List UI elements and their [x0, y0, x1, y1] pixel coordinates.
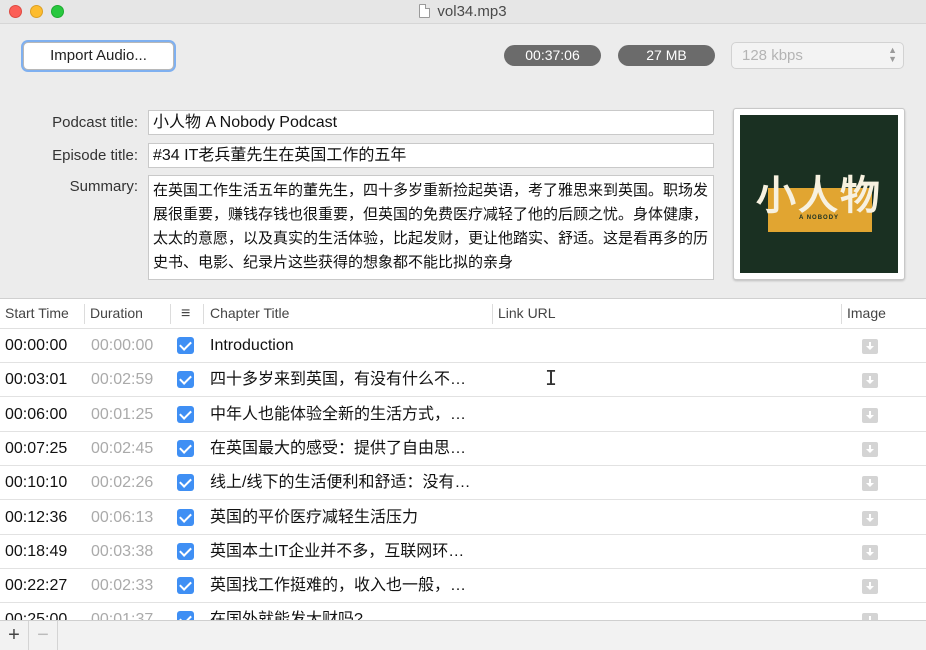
duration-cell: 00:00:00 — [91, 337, 154, 354]
header-toggle-all[interactable]: ≡ — [176, 299, 204, 329]
bitrate-value: 128 kbps — [742, 47, 803, 64]
start-time-cell[interactable]: 00:07:25 — [5, 432, 85, 466]
duration-cell: 00:03:38 — [91, 542, 154, 560]
add-chapter-button[interactable]: + — [0, 621, 29, 650]
duration-cell: 00:01:25 — [91, 405, 154, 423]
table-row[interactable]: 00:12:36 00:06:13 英国的平价医疗减轻生活压力 — [0, 501, 926, 535]
chapter-enabled-checkbox[interactable] — [177, 611, 194, 620]
text-cursor-icon: I — [545, 366, 558, 390]
table-row[interactable]: 00:03:01 00:02:59 四十多岁来到英国，有没有什么不… — [0, 363, 926, 398]
table-row[interactable]: 00:06:00 00:01:25 中年人也能体验全新的生活方式，… — [0, 398, 926, 432]
duration-cell: 00:02:45 — [91, 439, 154, 457]
table-row[interactable]: 00:25:00 00:01:37 在国外就能发大财吗? — [0, 603, 926, 620]
header-start-time[interactable]: Start Time — [0, 299, 84, 329]
image-import-icon[interactable] — [862, 476, 878, 492]
header-image[interactable]: Image — [842, 299, 922, 329]
image-import-icon[interactable] — [862, 441, 878, 457]
bitrate-select[interactable]: 128 kbps ▲ ▼ — [731, 42, 904, 69]
start-time-cell[interactable]: 00:18:49 — [5, 535, 85, 569]
image-import-icon[interactable] — [862, 510, 878, 526]
chapter-title-cell[interactable]: 中年人也能体验全新的生活方式，… — [210, 398, 485, 432]
artwork-subtitle: A NOBODY — [798, 215, 840, 221]
document-icon — [419, 4, 431, 18]
table-header: Start Time Duration ≡ Chapter Title Link… — [0, 299, 926, 329]
chapter-title-cell[interactable]: 在国外就能发大财吗? — [210, 603, 485, 620]
header-link-url[interactable]: Link URL — [493, 299, 833, 329]
start-time-cell[interactable]: 00:03:01 — [5, 363, 85, 397]
image-import-icon[interactable] — [862, 339, 878, 354]
chapter-title-cell[interactable]: 英国的平价医疗减轻生活压力 — [210, 501, 485, 535]
chapter-title-cell[interactable]: 英国找工作挺难的，收入也一般，… — [210, 569, 485, 603]
import-audio-button[interactable]: Import Audio... — [23, 42, 174, 70]
chapter-enabled-checkbox[interactable] — [177, 577, 194, 595]
chapter-enabled-checkbox[interactable] — [177, 474, 194, 492]
start-time-cell[interactable]: 00:12:36 — [5, 501, 85, 535]
chapter-title-cell[interactable]: Introduction — [210, 329, 485, 363]
table-row[interactable]: 00:18:49 00:03:38 英国本土IT企业并不多，互联网环… — [0, 535, 926, 569]
chapter-enabled-checkbox[interactable] — [177, 405, 194, 423]
artwork-well[interactable]: 小人物 A NOBODY — [733, 108, 905, 280]
start-time-cell[interactable]: 00:06:00 — [5, 398, 85, 432]
podcast-artwork: 小人物 A NOBODY — [740, 115, 898, 273]
summary-field[interactable]: 在英国工作生活五年的董先生，四十多岁重新捡起英语，考了雅思来到英国。职场发展很重… — [148, 175, 714, 280]
podcast-title-label: Podcast title: — [52, 114, 138, 131]
image-import-icon[interactable] — [862, 407, 878, 423]
image-import-icon[interactable] — [862, 544, 878, 560]
header-duration[interactable]: Duration — [85, 299, 170, 329]
table-row[interactable]: 00:10:10 00:02:26 线上/线下的生活便利和舒适：没有… — [0, 466, 926, 501]
podcast-title-field[interactable]: 小人物 A Nobody Podcast — [148, 110, 714, 135]
duration-cell: 00:01:37 — [91, 611, 154, 620]
summary-label: Summary: — [69, 178, 138, 195]
chapter-enabled-checkbox[interactable] — [177, 508, 194, 526]
start-time-cell[interactable]: 00:00:00 — [5, 329, 85, 363]
chapters-table[interactable]: Start Time Duration ≡ Chapter Title Link… — [0, 298, 926, 620]
start-time-cell[interactable]: 00:22:27 — [5, 569, 85, 603]
chapter-enabled-checkbox[interactable] — [177, 439, 194, 457]
title-bar: vol34.mp3 — [0, 0, 926, 24]
up-down-chevron-icon: ▲ ▼ — [888, 45, 897, 64]
table-row[interactable]: 00:07:25 00:02:45 在英国最大的感受：提供了自由思… — [0, 432, 926, 466]
table-row[interactable]: 00:22:27 00:02:33 英国找工作挺难的，收入也一般，… — [0, 569, 926, 604]
episode-title-label: Episode title: — [52, 147, 138, 164]
episode-title-field[interactable]: #34 IT老兵董先生在英国工作的五年 — [148, 143, 714, 168]
duration-cell: 00:02:26 — [91, 474, 154, 492]
chapter-title-cell[interactable]: 线上/线下的生活便利和舒适：没有… — [210, 466, 485, 500]
chapter-enabled-checkbox[interactable] — [177, 371, 194, 389]
file-size-badge: 27 MB — [618, 45, 715, 66]
duration-cell: 00:06:13 — [91, 508, 154, 526]
window-title: vol34.mp3 — [0, 3, 926, 20]
duration-badge: 00:37:06 — [504, 45, 601, 66]
image-import-icon[interactable] — [862, 579, 878, 595]
bottom-bar: + − — [0, 620, 926, 650]
chapter-enabled-checkbox[interactable] — [177, 337, 194, 354]
duration-cell: 00:02:59 — [91, 371, 154, 389]
chapter-title-cell[interactable]: 英国本土IT企业并不多，互联网环… — [210, 535, 485, 569]
table-row[interactable]: 00:00:00 00:00:00 Introduction — [0, 329, 926, 363]
chapter-enabled-checkbox[interactable] — [177, 542, 194, 560]
start-time-cell[interactable]: 00:25:00 — [5, 603, 85, 620]
duration-cell: 00:02:33 — [91, 577, 154, 595]
image-import-icon[interactable] — [862, 613, 878, 620]
chapter-title-cell[interactable]: 在英国最大的感受：提供了自由思… — [210, 432, 485, 466]
column-divider[interactable] — [203, 304, 204, 324]
remove-chapter-button[interactable]: − — [29, 621, 58, 650]
column-divider[interactable] — [170, 304, 171, 324]
header-chapter-title[interactable]: Chapter Title — [205, 299, 490, 329]
start-time-cell[interactable]: 00:10:10 — [5, 466, 85, 500]
chapter-title-cell[interactable]: 四十多岁来到英国，有没有什么不… — [210, 363, 485, 397]
image-import-icon[interactable] — [862, 373, 878, 389]
artwork-title: 小人物 — [756, 173, 882, 219]
window-title-text: vol34.mp3 — [437, 3, 507, 20]
